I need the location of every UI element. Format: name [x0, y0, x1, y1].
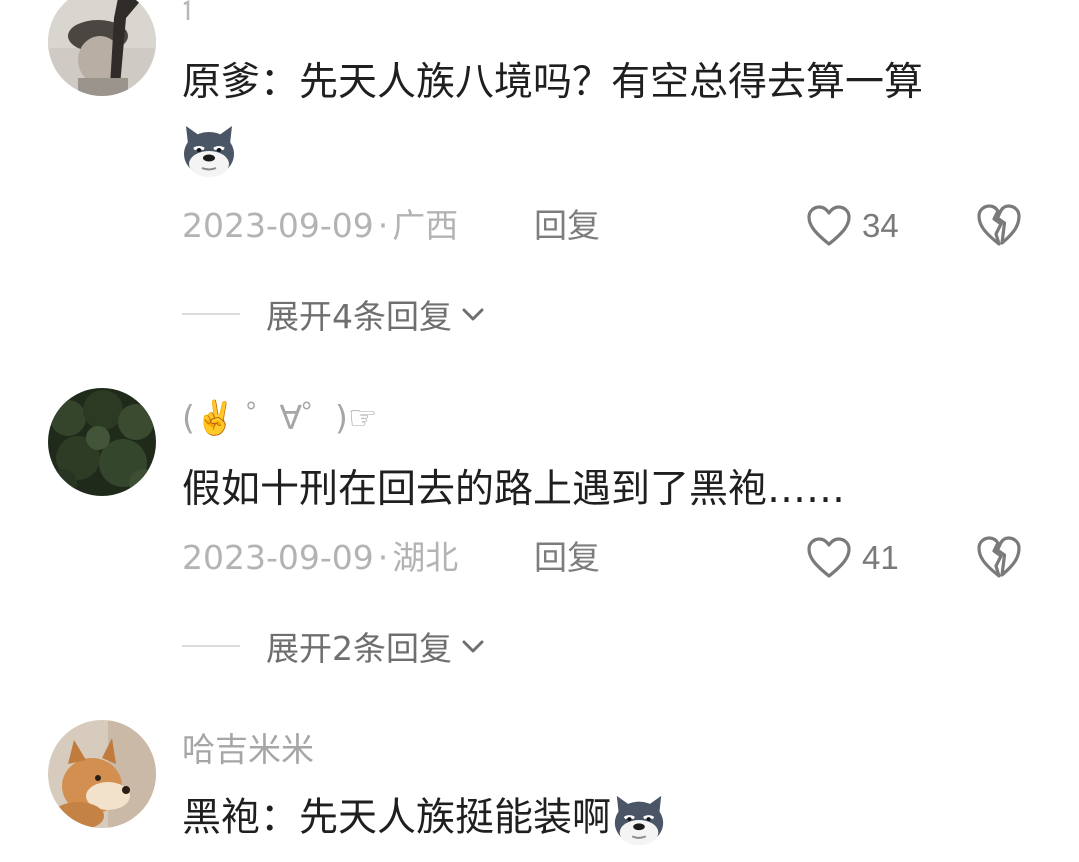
chevron-down-icon	[462, 308, 484, 321]
comment-meta: 2023-09-09 · 湖北	[182, 538, 458, 578]
comment-meta: 2023-09-09 · 广西	[182, 206, 458, 246]
avatar[interactable]	[48, 0, 156, 96]
username-fragment	[183, 0, 190, 20]
broken-heart-icon	[977, 536, 1021, 578]
broken-heart-icon	[977, 204, 1021, 246]
comment-text: 假如十刑在回去的路上遇到了黑袍……	[182, 467, 846, 512]
divider	[182, 313, 240, 315]
meta-separator: ·	[377, 206, 389, 245]
comment-date: 2023-09-09	[182, 206, 374, 245]
avatar[interactable]	[48, 720, 156, 828]
comment-text: 黑袍：先天人族挺能装啊	[182, 792, 667, 848]
heart-icon	[807, 205, 851, 246]
expand-replies-label: 展开2条回复	[266, 629, 452, 668]
comment-text: 原爹：先天人族八境吗？有空总得去算一算	[182, 60, 924, 105]
meta-separator: ·	[377, 538, 389, 577]
chevron-down-icon	[462, 640, 484, 653]
doge-wolf-icon	[614, 795, 664, 846]
expand-replies-button[interactable]: 展开4条回复	[182, 294, 488, 336]
dislike-button[interactable]	[975, 534, 1023, 580]
expand-replies-button[interactable]: 展开2条回复	[182, 626, 488, 668]
reply-button[interactable]: 回复	[534, 206, 600, 246]
doge-wolf-icon	[184, 126, 234, 177]
username[interactable]: 哈吉米米	[182, 730, 314, 770]
like-count: 34	[862, 207, 899, 244]
divider	[182, 645, 240, 647]
comment-list: 原爹：先天人族八境吗？有空总得去算一算 2023-09-09 · 广西 回复 34	[0, 0, 1079, 862]
avatar[interactable]	[48, 388, 156, 496]
comment-location: 湖北	[392, 538, 459, 577]
comment-item: 原爹：先天人族八境吗？有空总得去算一算 2023-09-09 · 广西 回复 34	[0, 0, 1079, 350]
reply-button[interactable]: 回复	[534, 538, 600, 578]
expand-replies-label: 展开4条回复	[266, 297, 452, 336]
like-count: 41	[862, 539, 899, 576]
comment-location: 广西	[392, 206, 459, 245]
comment-date: 2023-09-09	[182, 538, 374, 577]
heart-icon	[807, 537, 851, 578]
username[interactable]: (✌️ ゜∀゜)☞	[182, 398, 378, 438]
like-button[interactable]: 34	[806, 204, 899, 248]
comment-text-body: 黑袍：先天人族挺能装啊	[182, 795, 612, 841]
like-button[interactable]: 41	[806, 536, 899, 580]
dislike-button[interactable]	[975, 202, 1023, 248]
